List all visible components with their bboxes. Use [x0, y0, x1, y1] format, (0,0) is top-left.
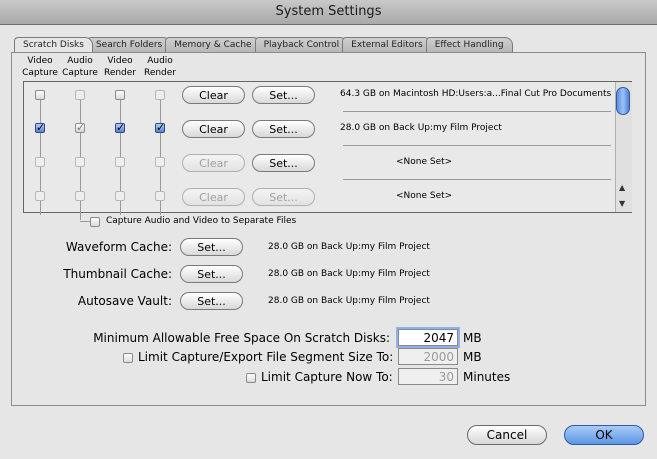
set-button[interactable]: Set...: [252, 154, 315, 172]
audio-capture-checkbox[interactable]: [75, 191, 85, 201]
clear-button[interactable]: Clear: [182, 120, 245, 138]
video-render-checkbox[interactable]: [115, 157, 125, 167]
window-title: System Settings: [275, 4, 382, 19]
min-free-space-field[interactable]: 2047: [396, 327, 460, 348]
autosave-vault-path: 28.0 GB on Back Up:my Film Project: [268, 296, 430, 306]
connector-line: [80, 221, 90, 222]
set-button[interactable]: Set...: [252, 120, 315, 138]
audio-capture-checkbox[interactable]: [75, 157, 85, 167]
set-button[interactable]: Set...: [252, 86, 315, 104]
col-audio-capture: Audio Capture: [62, 56, 98, 78]
thumbnail-cache-label: Thumbnail Cache:: [63, 267, 172, 281]
set-button[interactable]: Set...: [252, 188, 315, 206]
separate-files-label: Capture Audio and Video to Separate File…: [106, 216, 297, 226]
min-free-space-label: Minimum Allowable Free Space On Scratch …: [93, 331, 390, 345]
video-render-checkbox[interactable]: [115, 191, 125, 201]
audio-render-checkbox[interactable]: ✓: [155, 122, 165, 133]
scroll-up-icon[interactable]: ▲: [619, 183, 625, 192]
tab-scratch-disks[interactable]: Scratch Disks: [14, 37, 93, 52]
separate-files-checkbox[interactable]: [90, 217, 100, 227]
autosave-vault-set-button[interactable]: Set...: [180, 292, 243, 310]
disk-path: 28.0 GB on Back Up:my Film Project: [340, 123, 502, 133]
video-capture-checkbox[interactable]: [35, 90, 45, 100]
row-separator: [343, 179, 611, 180]
tab-effect-handling[interactable]: Effect Handling: [425, 37, 513, 52]
row-separator: [343, 111, 611, 112]
clear-button[interactable]: Clear: [182, 188, 245, 206]
tab-bar: Scratch Disks Search Folders Memory & Ca…: [14, 37, 513, 53]
clear-button[interactable]: Clear: [182, 86, 245, 104]
thumbnail-cache-path: 28.0 GB on Back Up:my Film Project: [268, 269, 430, 279]
video-render-checkbox[interactable]: [115, 90, 125, 100]
segment-size-field[interactable]: 2000: [398, 348, 458, 365]
disk-path: <None Set>: [396, 157, 453, 167]
row-separator: [343, 145, 611, 146]
segment-size-label: Limit Capture/Export File Segment Size T…: [138, 350, 394, 364]
ok-button[interactable]: OK: [564, 425, 644, 445]
video-capture-checkbox[interactable]: [35, 157, 45, 167]
tab-external-editors[interactable]: External Editors: [342, 37, 432, 52]
video-capture-checkbox[interactable]: ✓: [35, 122, 45, 133]
waveform-cache-set-button[interactable]: Set...: [180, 238, 243, 256]
scroll-down-icon[interactable]: ▼: [619, 199, 625, 208]
audio-capture-checkbox[interactable]: [75, 90, 85, 100]
col-audio-render: Audio Render: [143, 56, 177, 78]
capture-now-label: Limit Capture Now To:: [261, 370, 393, 384]
tab-search-folders[interactable]: Search Folders: [86, 37, 172, 52]
disk-path: <None Set>: [396, 191, 453, 201]
thumbnail-cache-set-button[interactable]: Set...: [180, 265, 243, 283]
tab-memory-cache[interactable]: Memory & Cache: [165, 37, 261, 52]
waveform-cache-label: Waveform Cache:: [65, 240, 172, 254]
scrollbar-thumb[interactable]: [616, 87, 630, 115]
video-render-checkbox[interactable]: ✓: [115, 122, 125, 133]
waveform-cache-path: 28.0 GB on Back Up:my Film Project: [268, 242, 430, 252]
clear-button[interactable]: Clear: [182, 154, 245, 172]
title-bar: System Settings: [0, 0, 657, 25]
autosave-vault-label: Autosave Vault:: [77, 294, 172, 308]
capture-now-field[interactable]: 30: [398, 368, 458, 385]
tab-playback-control[interactable]: Playback Control: [254, 37, 349, 52]
min-free-space-unit: MB: [463, 331, 482, 345]
segment-size-unit: MB: [463, 350, 482, 364]
capture-now-checkbox[interactable]: [246, 373, 256, 383]
audio-render-checkbox[interactable]: [155, 191, 165, 201]
audio-capture-checkbox[interactable]: ✓: [75, 122, 85, 133]
cancel-button[interactable]: Cancel: [467, 425, 547, 445]
capture-now-unit: Minutes: [463, 370, 511, 384]
col-video-render: Video Render: [103, 56, 137, 78]
col-video-capture: Video Capture: [22, 56, 58, 78]
segment-size-checkbox[interactable]: [123, 353, 133, 363]
audio-render-checkbox[interactable]: [155, 157, 165, 167]
disk-path: 64.3 GB on Macintosh HD:Users:a...Final …: [340, 89, 612, 99]
audio-render-checkbox[interactable]: [155, 90, 165, 100]
video-capture-checkbox[interactable]: [35, 191, 45, 201]
